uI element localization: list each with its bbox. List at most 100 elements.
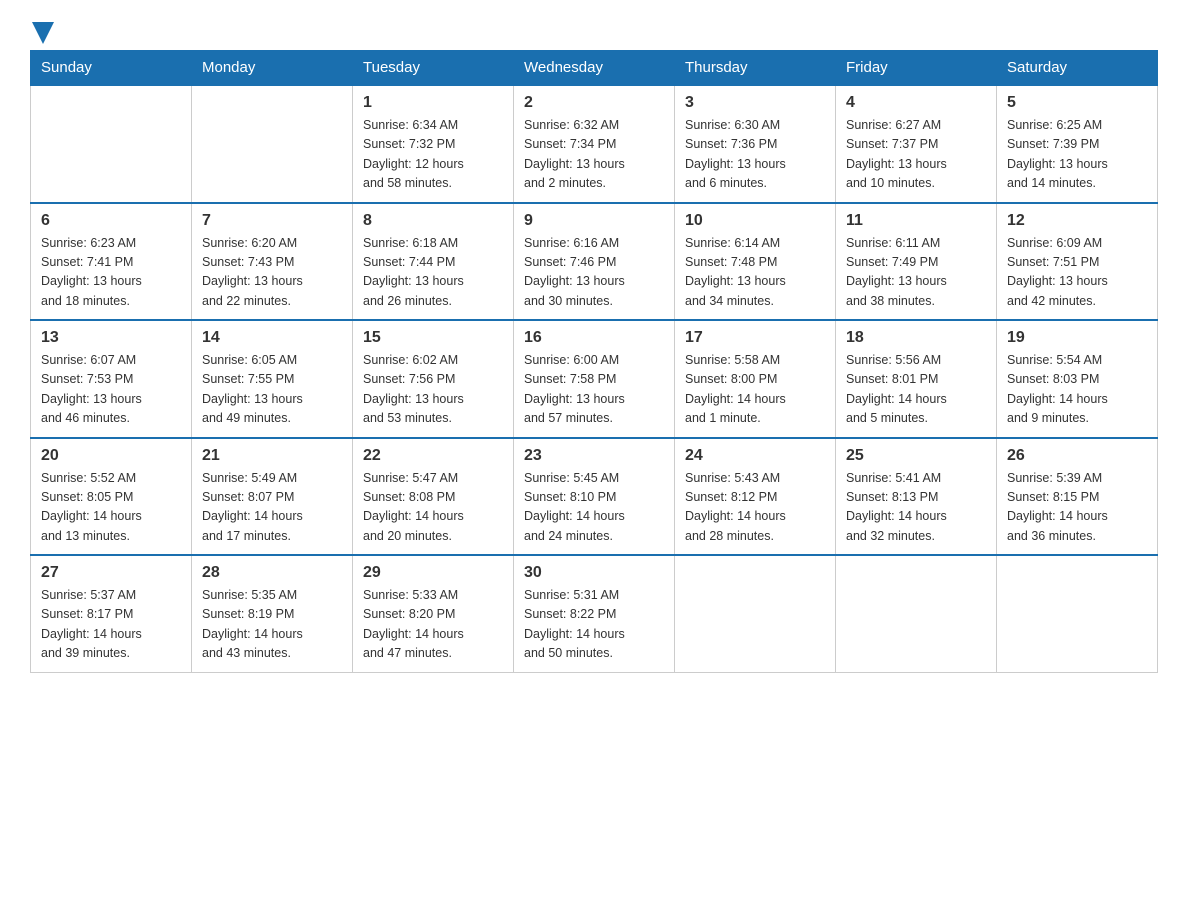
day-number: 17 bbox=[685, 329, 825, 347]
day-info: Sunrise: 5:47 AM Sunset: 8:08 PM Dayligh… bbox=[363, 469, 503, 547]
day-number: 15 bbox=[363, 329, 503, 347]
calendar-cell: 27Sunrise: 5:37 AM Sunset: 8:17 PM Dayli… bbox=[31, 555, 192, 672]
calendar-cell bbox=[997, 555, 1158, 672]
calendar-cell: 8 Sunrise: 6:18 AM Sunset: 7:44 PM Daylig… bbox=[353, 203, 514, 321]
calendar-cell: 12 Sunrise: 6:09 AM Sunset: 7:51 PM Dayli… bbox=[997, 203, 1158, 321]
calendar-table: SundayMondayTuesdayWednesdayThursdayFrid… bbox=[30, 50, 1158, 673]
day-number: 24 bbox=[685, 447, 825, 465]
calendar-cell: 19 Sunrise: 5:54 AM Sunset: 8:03 PM Dayli… bbox=[997, 320, 1158, 438]
day-info: Sunrise: 5:33 AM Sunset: 8:20 PM Dayligh… bbox=[363, 586, 503, 664]
calendar-cell: 6 Sunrise: 6:23 AM Sunset: 7:41 PM Daylig… bbox=[31, 203, 192, 321]
day-number: 4 bbox=[846, 94, 986, 112]
day-info: Sunrise: 6:14 AM Sunset: 7:48 PM Dayligh… bbox=[685, 234, 825, 312]
day-number: 12 bbox=[1007, 212, 1147, 230]
calendar-cell: 30 Sunrise: 5:31 AM Sunset: 8:22 PM Dayli… bbox=[514, 555, 675, 672]
day-info: Sunrise: 5:35 AM Sunset: 8:19 PM Dayligh… bbox=[202, 586, 342, 664]
day-number: 19 bbox=[1007, 329, 1147, 347]
day-info: Sunrise: 6:16 AM Sunset: 7:46 PM Dayligh… bbox=[524, 234, 664, 312]
day-number: 3 bbox=[685, 94, 825, 112]
day-info: Sunrise: 6:11 AM Sunset: 7:49 PM Dayligh… bbox=[846, 234, 986, 312]
calendar-week-row: 1Sunrise: 6:34 AM Sunset: 7:32 PM Daylig… bbox=[31, 85, 1158, 203]
day-number: 30 bbox=[524, 564, 664, 582]
day-info: Sunrise: 6:20 AM Sunset: 7:43 PM Dayligh… bbox=[202, 234, 342, 312]
day-info: Sunrise: 6:23 AM Sunset: 7:41 PM Dayligh… bbox=[41, 234, 181, 312]
day-info: Sunrise: 5:54 AM Sunset: 8:03 PM Dayligh… bbox=[1007, 351, 1147, 429]
weekday-header-sunday: Sunday bbox=[31, 51, 192, 86]
day-info: Sunrise: 5:31 AM Sunset: 8:22 PM Dayligh… bbox=[524, 586, 664, 664]
day-number: 20 bbox=[41, 447, 181, 465]
calendar-cell: 26Sunrise: 5:39 AM Sunset: 8:15 PM Dayli… bbox=[997, 438, 1158, 556]
day-info: Sunrise: 6:00 AM Sunset: 7:58 PM Dayligh… bbox=[524, 351, 664, 429]
day-number: 7 bbox=[202, 212, 342, 230]
day-info: Sunrise: 5:45 AM Sunset: 8:10 PM Dayligh… bbox=[524, 469, 664, 547]
day-info: Sunrise: 6:34 AM Sunset: 7:32 PM Dayligh… bbox=[363, 116, 503, 194]
day-info: Sunrise: 5:56 AM Sunset: 8:01 PM Dayligh… bbox=[846, 351, 986, 429]
day-number: 28 bbox=[202, 564, 342, 582]
day-number: 9 bbox=[524, 212, 664, 230]
day-number: 26 bbox=[1007, 447, 1147, 465]
day-info: Sunrise: 5:52 AM Sunset: 8:05 PM Dayligh… bbox=[41, 469, 181, 547]
calendar-cell: 29 Sunrise: 5:33 AM Sunset: 8:20 PM Dayli… bbox=[353, 555, 514, 672]
calendar-cell: 7 Sunrise: 6:20 AM Sunset: 7:43 PM Daylig… bbox=[192, 203, 353, 321]
calendar-cell: 24 Sunrise: 5:43 AM Sunset: 8:12 PM Dayli… bbox=[675, 438, 836, 556]
day-number: 10 bbox=[685, 212, 825, 230]
weekday-header-wednesday: Wednesday bbox=[514, 51, 675, 86]
calendar-cell bbox=[31, 85, 192, 203]
weekday-header-friday: Friday bbox=[836, 51, 997, 86]
day-number: 2 bbox=[524, 94, 664, 112]
calendar-cell: 1Sunrise: 6:34 AM Sunset: 7:32 PM Daylig… bbox=[353, 85, 514, 203]
calendar-cell: 22 Sunrise: 5:47 AM Sunset: 8:08 PM Dayli… bbox=[353, 438, 514, 556]
day-number: 16 bbox=[524, 329, 664, 347]
weekday-header-row: SundayMondayTuesdayWednesdayThursdayFrid… bbox=[31, 51, 1158, 86]
calendar-cell: 5Sunrise: 6:25 AM Sunset: 7:39 PM Daylig… bbox=[997, 85, 1158, 203]
day-info: Sunrise: 5:49 AM Sunset: 8:07 PM Dayligh… bbox=[202, 469, 342, 547]
day-info: Sunrise: 6:07 AM Sunset: 7:53 PM Dayligh… bbox=[41, 351, 181, 429]
calendar-cell: 18 Sunrise: 5:56 AM Sunset: 8:01 PM Dayli… bbox=[836, 320, 997, 438]
calendar-cell: 20 Sunrise: 5:52 AM Sunset: 8:05 PM Dayli… bbox=[31, 438, 192, 556]
calendar-cell: 4 Sunrise: 6:27 AM Sunset: 7:37 PM Daylig… bbox=[836, 85, 997, 203]
day-number: 29 bbox=[363, 564, 503, 582]
day-number: 5 bbox=[1007, 94, 1147, 112]
day-info: Sunrise: 6:30 AM Sunset: 7:36 PM Dayligh… bbox=[685, 116, 825, 194]
calendar-week-row: 13 Sunrise: 6:07 AM Sunset: 7:53 PM Dayli… bbox=[31, 320, 1158, 438]
logo-triangle-icon bbox=[32, 22, 54, 44]
calendar-cell: 13 Sunrise: 6:07 AM Sunset: 7:53 PM Dayli… bbox=[31, 320, 192, 438]
calendar-cell bbox=[675, 555, 836, 672]
day-number: 8 bbox=[363, 212, 503, 230]
day-info: Sunrise: 6:18 AM Sunset: 7:44 PM Dayligh… bbox=[363, 234, 503, 312]
calendar-cell: 9 Sunrise: 6:16 AM Sunset: 7:46 PM Daylig… bbox=[514, 203, 675, 321]
calendar-cell: 21Sunrise: 5:49 AM Sunset: 8:07 PM Dayli… bbox=[192, 438, 353, 556]
day-number: 18 bbox=[846, 329, 986, 347]
calendar-cell: 16 Sunrise: 6:00 AM Sunset: 7:58 PM Dayli… bbox=[514, 320, 675, 438]
day-info: Sunrise: 6:02 AM Sunset: 7:56 PM Dayligh… bbox=[363, 351, 503, 429]
calendar-cell: 11 Sunrise: 6:11 AM Sunset: 7:49 PM Dayli… bbox=[836, 203, 997, 321]
day-info: Sunrise: 6:27 AM Sunset: 7:37 PM Dayligh… bbox=[846, 116, 986, 194]
day-info: Sunrise: 5:41 AM Sunset: 8:13 PM Dayligh… bbox=[846, 469, 986, 547]
logo bbox=[30, 20, 54, 40]
calendar-cell: 17Sunrise: 5:58 AM Sunset: 8:00 PM Dayli… bbox=[675, 320, 836, 438]
day-number: 6 bbox=[41, 212, 181, 230]
calendar-cell: 2 Sunrise: 6:32 AM Sunset: 7:34 PM Daylig… bbox=[514, 85, 675, 203]
weekday-header-monday: Monday bbox=[192, 51, 353, 86]
weekday-header-thursday: Thursday bbox=[675, 51, 836, 86]
day-number: 27 bbox=[41, 564, 181, 582]
day-info: Sunrise: 5:43 AM Sunset: 8:12 PM Dayligh… bbox=[685, 469, 825, 547]
day-number: 22 bbox=[363, 447, 503, 465]
day-info: Sunrise: 6:09 AM Sunset: 7:51 PM Dayligh… bbox=[1007, 234, 1147, 312]
day-number: 25 bbox=[846, 447, 986, 465]
day-info: Sunrise: 6:32 AM Sunset: 7:34 PM Dayligh… bbox=[524, 116, 664, 194]
calendar-cell: 28 Sunrise: 5:35 AM Sunset: 8:19 PM Dayli… bbox=[192, 555, 353, 672]
page-header bbox=[30, 20, 1158, 40]
calendar-cell: 15 Sunrise: 6:02 AM Sunset: 7:56 PM Dayli… bbox=[353, 320, 514, 438]
weekday-header-tuesday: Tuesday bbox=[353, 51, 514, 86]
calendar-week-row: 6 Sunrise: 6:23 AM Sunset: 7:41 PM Daylig… bbox=[31, 203, 1158, 321]
calendar-cell bbox=[192, 85, 353, 203]
weekday-header-saturday: Saturday bbox=[997, 51, 1158, 86]
calendar-week-row: 20 Sunrise: 5:52 AM Sunset: 8:05 PM Dayli… bbox=[31, 438, 1158, 556]
day-number: 23 bbox=[524, 447, 664, 465]
day-number: 13 bbox=[41, 329, 181, 347]
calendar-cell bbox=[836, 555, 997, 672]
calendar-cell: 14Sunrise: 6:05 AM Sunset: 7:55 PM Dayli… bbox=[192, 320, 353, 438]
calendar-cell: 23 Sunrise: 5:45 AM Sunset: 8:10 PM Dayli… bbox=[514, 438, 675, 556]
day-number: 11 bbox=[846, 212, 986, 230]
